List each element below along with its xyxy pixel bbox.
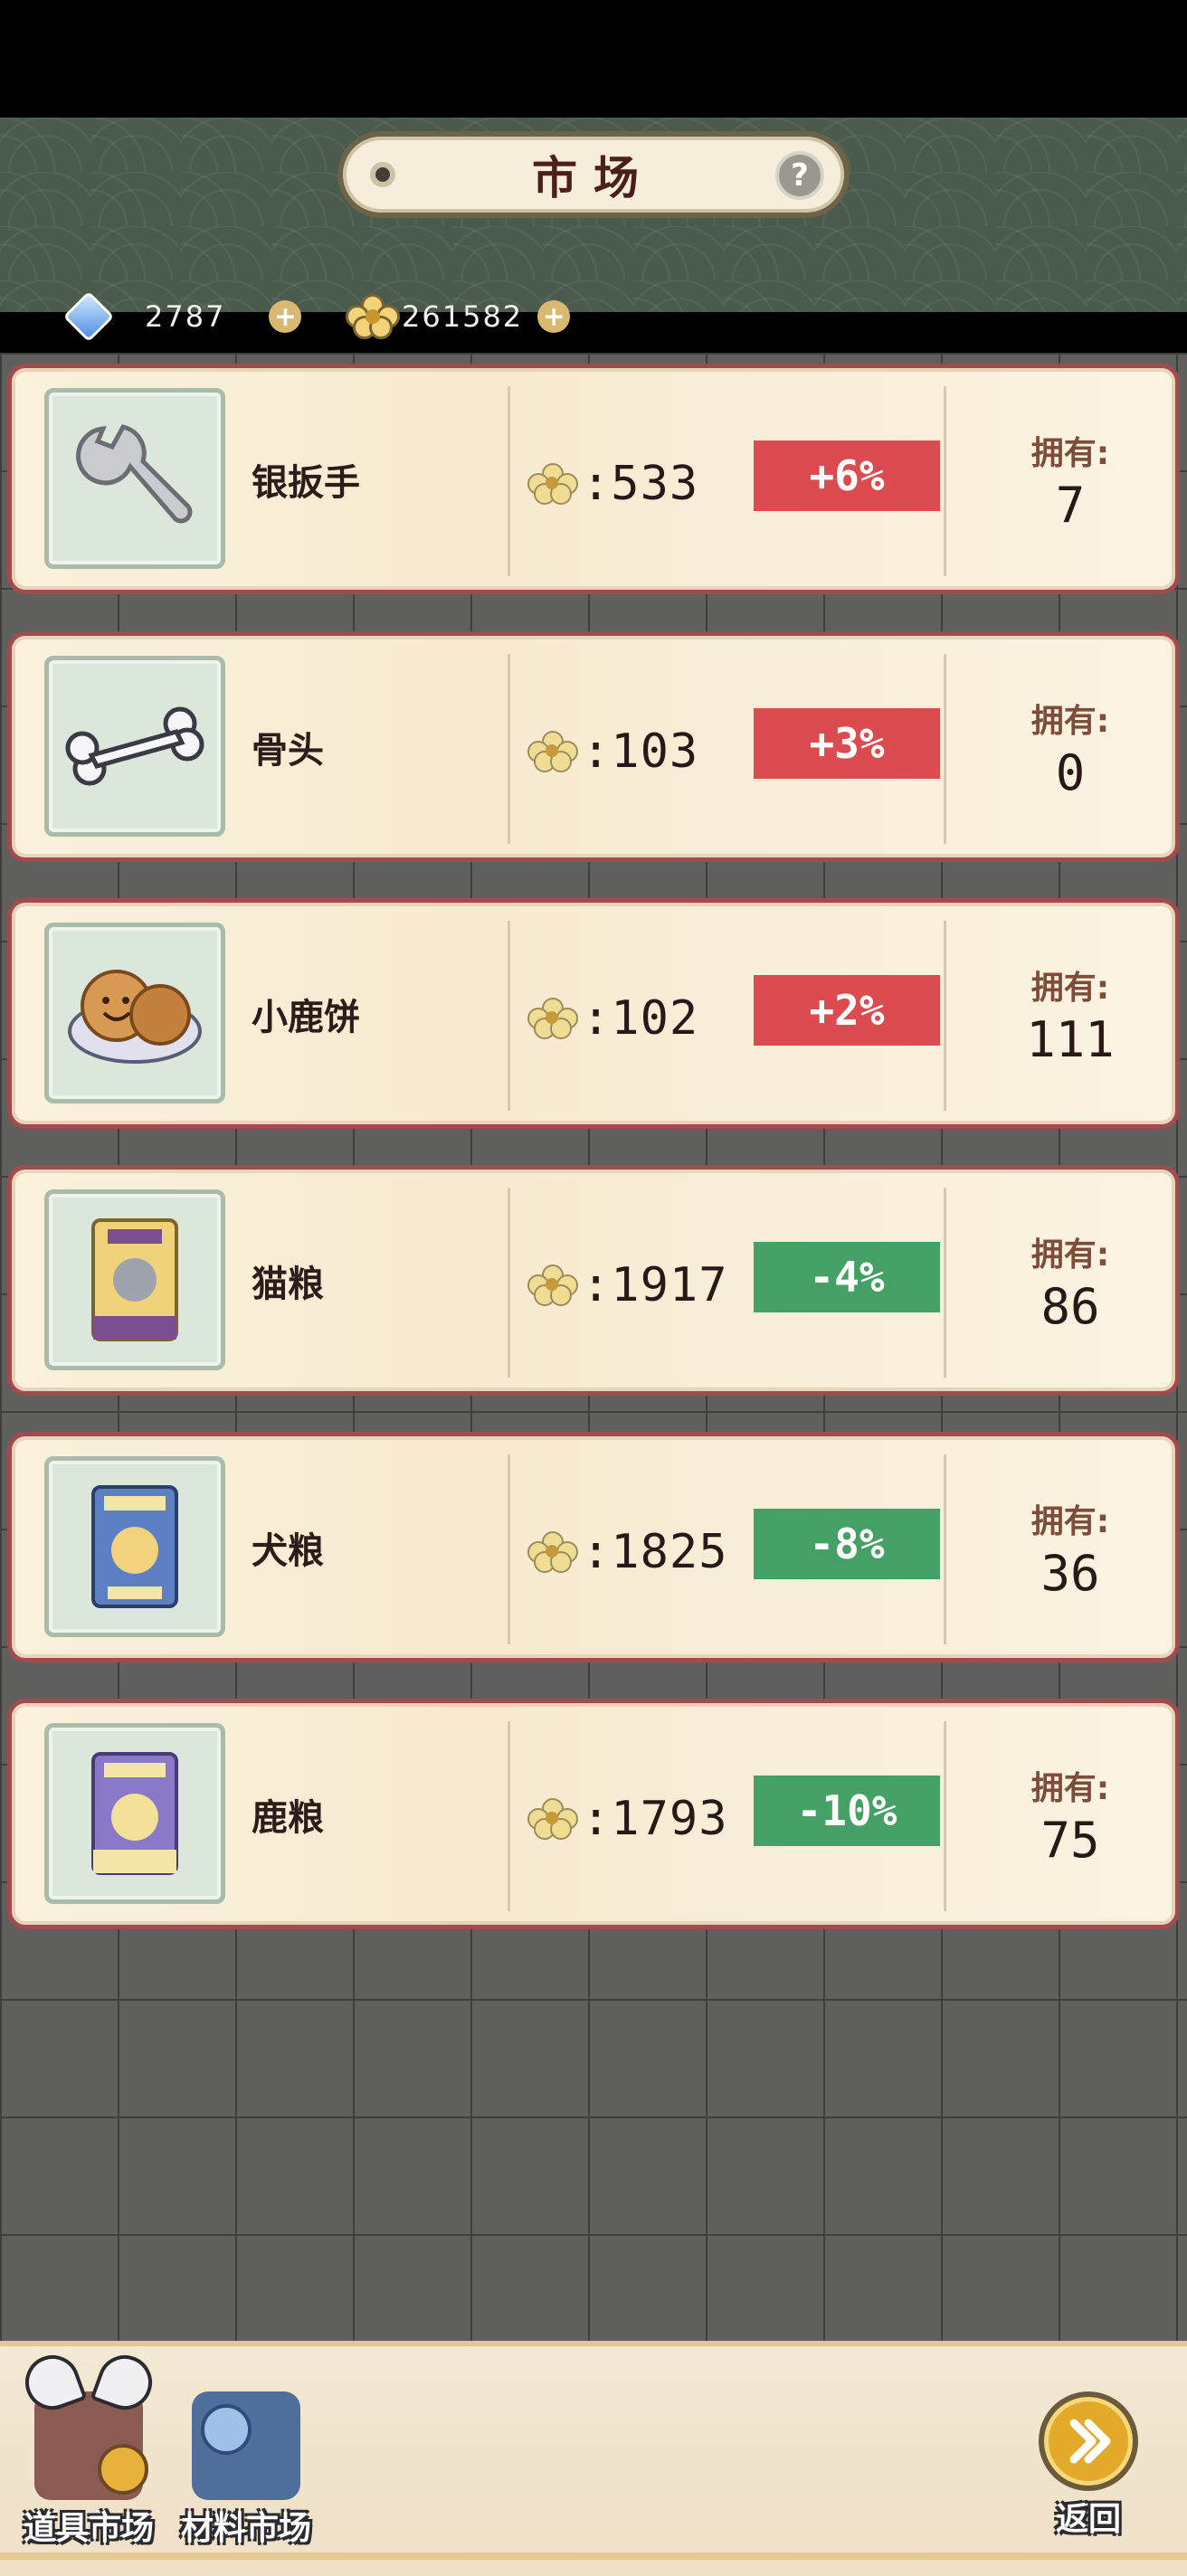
price-change-badge: -10% [754, 1776, 940, 1846]
owned-count: 拥有: 86 [953, 1170, 1187, 1400]
owned-value: 111 [1026, 1011, 1115, 1068]
item-row[interactable]: 猫粮 :1917 -4% 拥有: 86 [7, 1165, 1180, 1396]
divider [944, 386, 946, 576]
divider [508, 654, 510, 844]
owned-label: 拥有: [1030, 435, 1110, 472]
tool-market-button[interactable]: 道具市场 [17, 2347, 160, 2549]
owned-label: 拥有: [1030, 970, 1110, 1007]
owned-label: 拥有: [1030, 703, 1110, 740]
divider [508, 1188, 510, 1378]
owned-value: 36 [1040, 1545, 1100, 1602]
divider [508, 386, 510, 576]
item-name: 猫粮 [252, 1264, 324, 1305]
back-button[interactable]: 返回 [1039, 2391, 1138, 2540]
owned-count: 拥有: 36 [953, 1436, 1187, 1667]
price-value: :533 [582, 456, 699, 511]
item-price: :1793 [527, 1703, 728, 1934]
item-name: 骨头 [252, 730, 324, 772]
wrench-icon [44, 388, 225, 569]
forward-arrow-icon [1039, 2391, 1138, 2491]
flower-coin-icon [346, 294, 400, 339]
bone-icon [44, 656, 225, 837]
material-market-icon [192, 2391, 300, 2500]
title-dot-icon [370, 162, 395, 187]
help-icon[interactable]: ? [775, 151, 824, 200]
price-change-badge: +3% [754, 708, 940, 779]
price-change-badge: +6% [754, 440, 940, 511]
item-name: 小鹿饼 [252, 997, 360, 1038]
item-price: :1825 [527, 1436, 728, 1667]
gem-count: 2787 [145, 299, 226, 334]
item-row[interactable]: 犬粮 :1825 -8% 拥有: 36 [7, 1432, 1180, 1662]
material-market-button[interactable]: 材料市场 [181, 2391, 311, 2549]
bottom-stripe [0, 2552, 1187, 2560]
price-change-badge: -8% [754, 1509, 940, 1579]
flower-coin-icon [527, 462, 578, 505]
owned-value: 75 [1040, 1812, 1100, 1869]
price-value: :1917 [582, 1257, 728, 1312]
gem-icon [62, 290, 115, 343]
owned-value: 0 [1055, 744, 1086, 801]
flower-count: 261582 [402, 299, 524, 334]
owned-count: 拥有: 75 [953, 1703, 1187, 1934]
owned-label: 拥有: [1030, 1503, 1110, 1540]
flower-coin-icon [527, 1797, 578, 1840]
owned-count: 拥有: 7 [953, 368, 1187, 599]
divider [508, 1454, 510, 1644]
bottom-nav-bar: 道具市场 材料市场 返回 [0, 2341, 1187, 2576]
flower-coin-icon [527, 1530, 578, 1573]
status-bar [0, 0, 1187, 118]
back-label: 返回 [1055, 2501, 1121, 2538]
flower-coin-icon [527, 997, 578, 1039]
price-change-badge: -4% [754, 1242, 940, 1312]
dog-food-icon [44, 1456, 225, 1637]
item-name: 鹿粮 [252, 1797, 324, 1839]
title-banner: 市场 ? [337, 131, 850, 218]
tool-market-icon [17, 2347, 160, 2500]
owned-value: 7 [1055, 477, 1086, 534]
add-gems-button[interactable]: + [269, 300, 302, 333]
owned-value: 86 [1040, 1278, 1100, 1335]
divider [944, 1721, 946, 1911]
owned-label: 拥有: [1030, 1770, 1110, 1807]
item-row[interactable]: 银扳手 :533 +6% 拥有: 7 [7, 364, 1180, 594]
divider [508, 1721, 510, 1911]
material-market-label: 材料市场 [181, 2510, 312, 2547]
flower-coin-icon [527, 1264, 578, 1306]
price-value: :1825 [582, 1524, 728, 1579]
item-row[interactable]: 鹿粮 :1793 -10% 拥有: 75 [7, 1699, 1180, 1929]
item-row[interactable]: 骨头 :103 +3% 拥有: 0 [7, 631, 1180, 862]
price-value: :103 [582, 724, 699, 779]
tool-market-label: 道具市场 [24, 2510, 155, 2547]
item-row[interactable]: 小鹿饼 :102 +2% 拥有: 111 [7, 898, 1180, 1129]
divider [944, 1188, 946, 1378]
price-change-badge: +2% [754, 975, 940, 1046]
item-price: :102 [527, 903, 698, 1133]
owned-label: 拥有: [1030, 1236, 1110, 1274]
cookie-icon [44, 923, 225, 1103]
item-name: 银扳手 [252, 462, 360, 504]
item-price: :533 [527, 368, 698, 599]
divider [944, 1454, 946, 1644]
divider [944, 921, 946, 1111]
deer-food-icon [44, 1723, 225, 1904]
item-price: :1917 [527, 1170, 728, 1400]
owned-count: 拥有: 111 [953, 903, 1187, 1133]
flower-coin-icon [527, 730, 578, 772]
price-value: :102 [582, 990, 699, 1046]
divider [508, 921, 510, 1111]
item-price: :103 [527, 636, 698, 867]
divider [944, 654, 946, 844]
page-title: 市场 [532, 152, 655, 204]
gem-currency: 2787 + [62, 290, 302, 343]
price-value: :1793 [582, 1791, 728, 1846]
currency-bar: 2787 + 261582 + [0, 280, 1187, 353]
owned-count: 拥有: 0 [953, 636, 1187, 867]
item-name: 犬粮 [252, 1530, 324, 1572]
cat-food-icon [44, 1189, 225, 1370]
flower-currency: 261582 + [346, 294, 571, 339]
add-flowers-button[interactable]: + [537, 300, 571, 333]
